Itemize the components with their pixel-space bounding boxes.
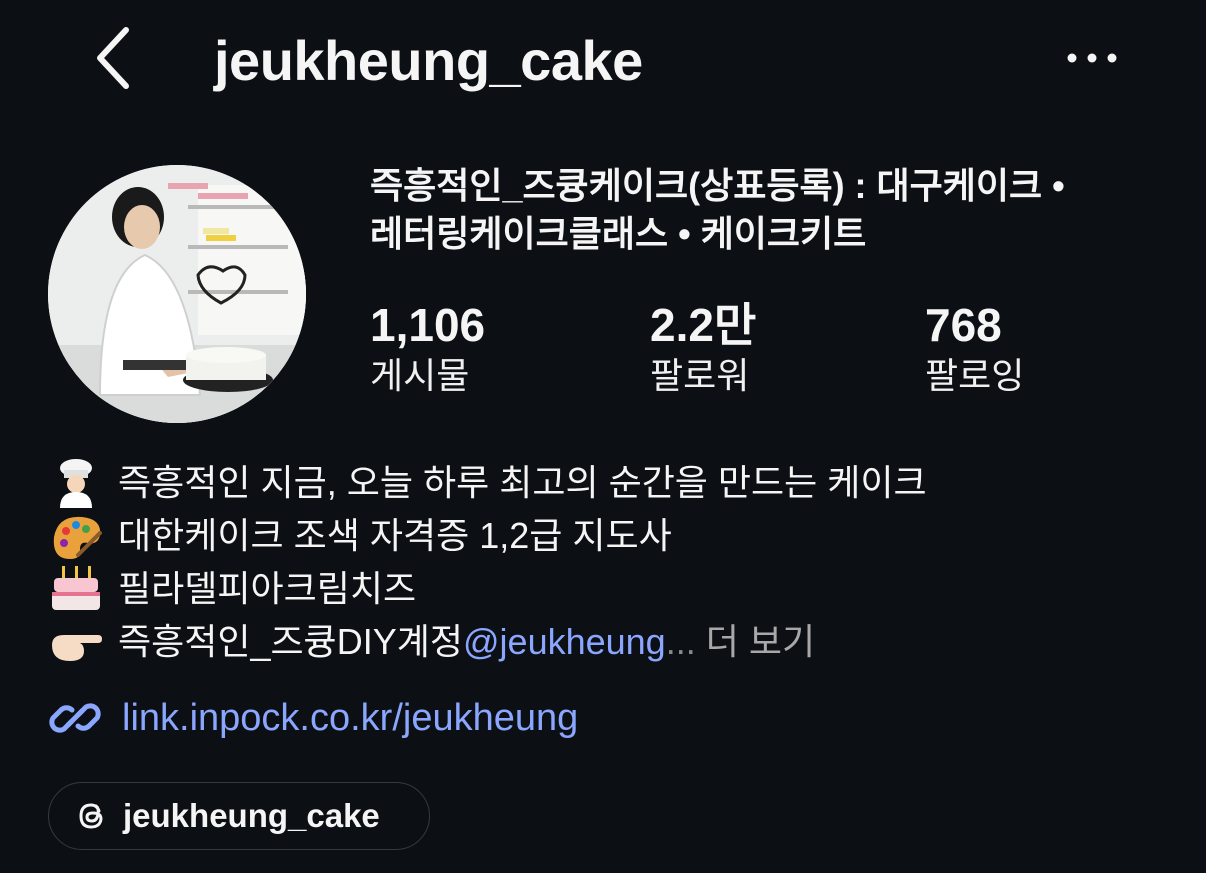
bio-text: 대한케이크 조색 자격증 1,2급 지도사 xyxy=(118,515,672,556)
followers-count: 2.2만 xyxy=(650,299,757,351)
avatar-photo xyxy=(48,165,306,423)
followers-label: 팔로워 xyxy=(650,355,750,396)
profile-link[interactable]: link.inpock.co.kr/jeukheung xyxy=(48,690,578,746)
profile-username: jeukheung_cake xyxy=(214,29,643,92)
full-name-line-1: 즉흥적인_즈큥케이크(상표등록) : 대구케이크 • xyxy=(370,165,1065,206)
bio-text: 즉흥적인_즈큥DIY계정 xyxy=(118,621,463,662)
profile-link-text: link.inpock.co.kr/jeukheung xyxy=(122,696,579,739)
threads-profile-button[interactable]: jeukheung_cake xyxy=(48,782,430,850)
chevron-left-icon xyxy=(97,27,129,89)
following-count: 768 xyxy=(925,299,1002,351)
profile-stats: 1,106 게시물 2.2만 팔로워 768 팔로잉 xyxy=(370,298,1170,408)
stat-following[interactable]: 768 팔로잉 xyxy=(925,298,1024,400)
threads-icon xyxy=(79,803,103,829)
more-options-button[interactable] xyxy=(1060,38,1124,78)
stat-posts[interactable]: 1,106 게시물 xyxy=(370,298,485,400)
following-label: 팔로잉 xyxy=(925,355,1025,396)
bio-ellipsis: ... xyxy=(665,621,696,662)
link-icon xyxy=(49,703,101,733)
bio-line: 즉흥적인_즈큥DIY계정 @jeukheung... 더 보기 xyxy=(48,615,1178,668)
posts-label: 게시물 xyxy=(370,355,470,396)
bio-more-button[interactable]: 더 보기 xyxy=(706,615,815,668)
chef-emoji-icon xyxy=(48,458,104,508)
bio-text: 즉흥적인 지금, 오늘 하루 최고의 순간을 만드는 케이크 xyxy=(118,462,927,503)
more-horizontal-icon xyxy=(1067,53,1117,63)
pointing-right-emoji-icon xyxy=(48,617,104,667)
bio-mention-link[interactable]: @jeukheung xyxy=(463,615,666,668)
top-bar: jeukheung_cake xyxy=(0,0,1206,120)
bio-line: 즉흥적인 지금, 오늘 하루 최고의 순간을 만드는 케이크 xyxy=(48,456,1178,509)
threads-username: jeukheung_cake xyxy=(123,797,380,834)
stat-followers[interactable]: 2.2만 팔로워 xyxy=(650,298,756,400)
bio-line: 대한케이크 조색 자격증 1,2급 지도사 xyxy=(48,509,1178,562)
bio-line: 필라델피아크림치즈 xyxy=(48,562,1178,615)
full-name-line-2: 레터링케이크클래스 • 케이크키트 xyxy=(370,213,867,254)
profile-bio: 즉흥적인 지금, 오늘 하루 최고의 순간을 만드는 케이크 대한케이크 조색 … xyxy=(48,456,1178,668)
posts-count: 1,106 xyxy=(370,299,486,351)
palette-emoji-icon xyxy=(48,511,104,561)
bio-text: 필라델피아크림치즈 xyxy=(118,568,417,609)
birthday-cake-emoji-icon xyxy=(48,564,104,614)
profile-avatar[interactable] xyxy=(48,165,306,423)
profile-full-name: 즉흥적인_즈큥케이크(상표등록) : 대구케이크 • 레터링케이크클래스 • 케… xyxy=(370,162,1170,258)
back-button[interactable] xyxy=(88,24,148,94)
